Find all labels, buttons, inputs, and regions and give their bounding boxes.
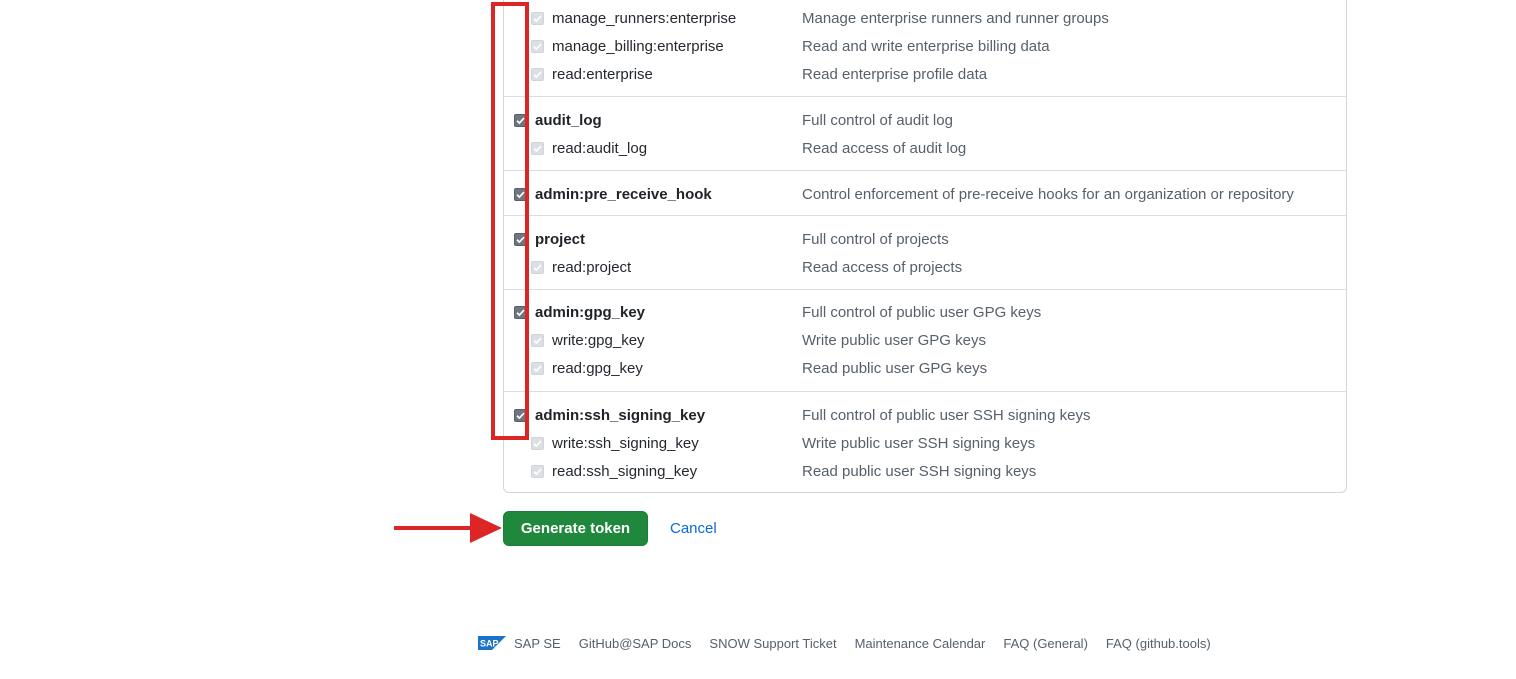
scope-checkbox[interactable]: [514, 409, 527, 422]
check-icon: [533, 440, 542, 448]
scope-name: admin:gpg_key: [535, 304, 646, 321]
scope-group-pre-receive-hook: admin:pre_receive_hook Control enforceme…: [504, 170, 1346, 216]
generate-token-button[interactable]: Generate token: [503, 511, 648, 546]
check-icon: [533, 337, 542, 345]
scope-row-child[interactable]: read:project Read access of projects: [504, 254, 1346, 282]
footer-link-snow-support-ticket[interactable]: SNOW Support Ticket: [709, 636, 836, 651]
sap-logo-icon: SAP: [478, 636, 506, 650]
scopes-table: manage_runners:enterprise Manage enterpr…: [503, 0, 1347, 493]
scope-name: write:ssh_signing_key: [552, 435, 699, 452]
scope-row-child[interactable]: read:audit_log Read access of audit log: [504, 135, 1346, 163]
check-icon: [516, 117, 525, 125]
scope-checkbox[interactable]: [531, 40, 544, 53]
scope-name: manage_billing:enterprise: [552, 38, 724, 55]
scope-checkbox[interactable]: [514, 233, 527, 246]
scope-description: Read enterprise profile data: [802, 66, 988, 83]
scope-checkbox[interactable]: [531, 12, 544, 25]
scope-description: Full control of public user SSH signing …: [802, 407, 1091, 424]
check-icon: [516, 236, 525, 244]
check-icon: [533, 43, 542, 51]
sap-logo-text: SAP: [480, 639, 499, 649]
check-icon: [533, 468, 542, 476]
scope-name: read:project: [552, 259, 632, 276]
scope-name: read:audit_log: [552, 140, 648, 157]
footer: SAP SAP SE GitHub@SAP Docs SNOW Support …: [478, 633, 1229, 653]
scope-description: Read public user SSH signing keys: [802, 463, 1037, 480]
scope-description: Write public user SSH signing keys: [802, 435, 1036, 452]
scope-description: Read and write enterprise billing data: [802, 38, 1050, 55]
scope-row-child[interactable]: manage_billing:enterprise Read and write…: [504, 33, 1346, 61]
scope-description: Full control of audit log: [802, 112, 953, 129]
scope-row-child[interactable]: write:gpg_key Write public user GPG keys: [504, 327, 1346, 355]
scope-description: Write public user GPG keys: [802, 332, 986, 349]
check-icon: [516, 191, 525, 199]
scope-checkbox[interactable]: [531, 437, 544, 450]
scope-row-child[interactable]: read:enterprise Read enterprise profile …: [504, 61, 1346, 89]
scope-row-parent[interactable]: admin:pre_receive_hook Control enforceme…: [504, 181, 1346, 209]
scope-name: manage_runners:enterprise: [552, 10, 737, 27]
scope-row-parent[interactable]: admin:gpg_key Full control of public use…: [504, 299, 1346, 327]
scope-description: Manage enterprise runners and runner gro…: [802, 10, 1109, 27]
scope-checkbox[interactable]: [514, 306, 527, 319]
footer-link-faq-github-tools[interactable]: FAQ (github.tools): [1106, 636, 1211, 651]
scope-description: Control enforcement of pre-receive hooks…: [802, 186, 1294, 203]
arrow-right-icon: [394, 513, 502, 543]
scope-name: audit_log: [535, 112, 602, 129]
scope-description: Full control of public user GPG keys: [802, 304, 1042, 321]
scope-row-child[interactable]: read:ssh_signing_key Read public user SS…: [504, 458, 1346, 486]
scope-group-gpg-key: admin:gpg_key Full control of public use…: [504, 289, 1346, 392]
scope-name: project: [535, 231, 586, 248]
scope-row-child[interactable]: write:ssh_signing_key Write public user …: [504, 430, 1346, 458]
scope-group-ssh-signing-key: admin:ssh_signing_key Full control of pu…: [504, 391, 1346, 494]
scope-row-child[interactable]: manage_runners:enterprise Manage enterpr…: [504, 5, 1346, 33]
check-icon: [533, 365, 542, 373]
scope-row-parent[interactable]: audit_log Full control of audit log: [504, 107, 1346, 135]
footer-link-sap-se[interactable]: SAP SE: [514, 636, 561, 651]
scope-checkbox[interactable]: [531, 465, 544, 478]
scope-checkbox[interactable]: [531, 362, 544, 375]
scope-name: admin:ssh_signing_key: [535, 407, 706, 424]
scope-row-child[interactable]: read:gpg_key Read public user GPG keys: [504, 355, 1346, 383]
footer-link-maintenance-calendar[interactable]: Maintenance Calendar: [855, 636, 986, 651]
scope-checkbox[interactable]: [531, 68, 544, 81]
footer-link-github-sap-docs[interactable]: GitHub@SAP Docs: [579, 636, 692, 651]
check-icon: [533, 145, 542, 153]
scope-checkbox[interactable]: [531, 261, 544, 274]
scope-description: Full control of projects: [802, 231, 949, 248]
check-icon: [516, 309, 525, 317]
footer-link-faq-general[interactable]: FAQ (General): [1003, 636, 1088, 651]
scope-name: read:ssh_signing_key: [552, 463, 698, 480]
scope-group-enterprise: manage_runners:enterprise Manage enterpr…: [504, 0, 1346, 96]
check-icon: [533, 264, 542, 272]
cancel-link[interactable]: Cancel: [670, 511, 717, 546]
scope-name: admin:pre_receive_hook: [535, 186, 712, 203]
scope-checkbox[interactable]: [514, 114, 527, 127]
scope-checkbox[interactable]: [514, 188, 527, 201]
scope-checkbox[interactable]: [531, 142, 544, 155]
scope-name: write:gpg_key: [552, 332, 645, 349]
scope-group-project: project Full control of projects read:pr…: [504, 215, 1346, 290]
scope-row-parent[interactable]: project Full control of projects: [504, 226, 1346, 254]
scope-description: Read public user GPG keys: [802, 360, 988, 377]
scope-name: read:gpg_key: [552, 360, 643, 377]
check-icon: [516, 412, 525, 420]
check-icon: [533, 15, 542, 23]
scope-description: Read access of projects: [802, 259, 963, 276]
scope-name: read:enterprise: [552, 66, 653, 83]
scope-row-parent[interactable]: admin:ssh_signing_key Full control of pu…: [504, 402, 1346, 430]
check-icon: [533, 71, 542, 79]
scope-description: Read access of audit log: [802, 140, 967, 157]
scope-checkbox[interactable]: [531, 334, 544, 347]
scope-group-audit-log: audit_log Full control of audit log read…: [504, 96, 1346, 171]
